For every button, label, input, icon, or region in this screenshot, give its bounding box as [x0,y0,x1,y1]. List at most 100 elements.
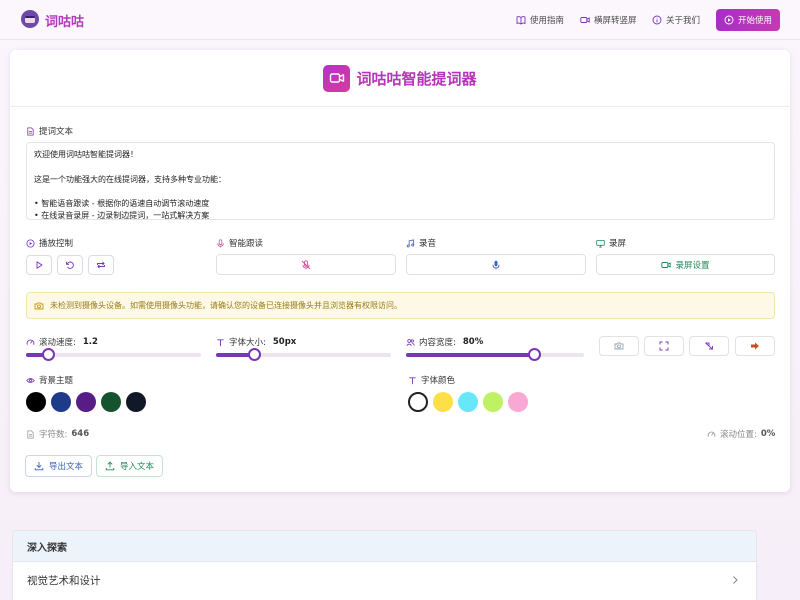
speed-label: 滚动速度: 1.2 [26,336,98,348]
speed-value: 1.2 [82,337,98,347]
export-label: 导出文本 [48,462,83,472]
camera-warning-text: 未检测到摄像头设备。如需使用摄像头功能，请确认您的设备已连接摄像头并且浏览器有权… [50,301,402,310]
smart-follow-button[interactable] [216,254,396,275]
brand-name[interactable]: 词咕咕 [45,11,84,30]
playback-label-text: 播放控制 [39,239,74,249]
char-count-value: 646 [71,429,90,439]
video-icon [661,261,672,268]
background-theme-swatch[interactable] [26,392,46,412]
font-size-label: 字体大小: 50px [216,336,296,348]
direction-button[interactable] [735,336,775,356]
background-theme-label: 背景主题 [26,374,73,386]
book-icon [516,16,526,25]
width-slider-fill [406,353,535,357]
play-circle-icon [724,15,734,25]
explore-item[interactable]: 视觉艺术和设计 [13,562,756,598]
play-icon [36,261,43,269]
nav-guide-link[interactable]: 使用指南 [516,13,564,27]
camera-icon [323,64,351,92]
scroll-position-value: 0% [760,429,776,439]
mic-icon [492,260,500,269]
chevron-right-icon [733,576,738,584]
fullscreen-icon [659,341,669,351]
nav-about-label: 关于我们 [666,16,701,26]
explore-item-label: 视觉艺术和设计 [27,574,101,587]
record-audio-button[interactable] [406,254,586,275]
card-header: 词咕咕智能提词器 [10,50,790,107]
font-size-slider[interactable] [216,348,391,361]
scroll-position-label: 滚动位置: [720,430,757,440]
font-color-label: 字体颜色 [408,374,455,386]
loop-button[interactable] [88,255,114,275]
width-label: 内容宽度: 80% [406,336,483,348]
screen-settings-label: 录屏设置 [675,260,710,271]
scroll-position: 滚动位置: 0% [707,428,775,440]
mic-icon [217,238,224,247]
top-navbar: 词咕咕 使用指南 横屏转竖屏 关于我们 开始使用 [0,0,800,40]
document-icon [27,429,34,439]
play-button[interactable] [26,255,52,275]
speed-slider-handle[interactable] [42,348,56,361]
record-screen-label-text: 录屏 [609,239,627,249]
background-theme-swatch[interactable] [126,392,146,412]
font-color-swatch[interactable] [408,392,428,412]
explore-panel: 深入探索 视觉艺术和设计 [12,530,757,600]
arrow-right-icon [751,342,759,350]
background-theme-swatch[interactable] [51,392,71,412]
camera-toggle-button[interactable] [599,336,639,356]
font-color-label-text: 字体颜色 [421,376,456,386]
screen-settings-button[interactable]: 录屏设置 [596,254,775,275]
camera-icon [614,342,624,350]
font-color-swatch[interactable] [483,392,503,412]
follow-label-text: 智能跟读 [229,239,264,249]
script-textarea[interactable]: 欢迎使用词咕咕智能提词器！ 这是一个功能强大的在线提词器，支持多种专业功能： •… [26,142,775,220]
type-icon [217,338,224,346]
start-button[interactable]: 开始使用 [716,9,780,31]
width-label-text: 内容宽度: [419,338,456,348]
app-title: 词咕咕智能提词器 [356,69,477,88]
mirror-button[interactable] [689,336,729,356]
nav-rotate-label: 横屏转竖屏 [594,16,637,26]
record-audio-label: 录音 [406,237,436,249]
font-color-swatch[interactable] [458,392,478,412]
document-icon [27,126,34,136]
nav-guide-label: 使用指南 [530,16,565,26]
info-icon [652,15,662,25]
speed-label-text: 滚动速度: [39,338,76,348]
users-icon [406,338,415,346]
import-button[interactable]: 导入文本 [96,455,163,477]
video-icon [580,17,590,23]
start-button-label: 开始使用 [737,16,772,26]
follow-label: 智能跟读 [216,237,263,249]
type-icon [409,376,416,384]
nav-rotate-link[interactable]: 横屏转竖屏 [580,13,637,27]
gauge-icon [26,339,35,345]
screen-record-icon [596,239,605,248]
repeat-icon [97,261,105,269]
playback-label: 播放控制 [26,237,73,249]
mic-off-icon [301,259,311,269]
font-color-swatch[interactable] [508,392,528,412]
script-label: 提词文本 [26,125,73,137]
font-size-slider-handle[interactable] [248,348,261,361]
background-theme-swatch[interactable] [76,392,96,412]
camera-warning: 未检测到摄像头设备。如需使用摄像头功能，请确认您的设备已连接摄像头并且浏览器有权… [26,292,775,319]
char-count-label: 字符数: [39,430,68,440]
gauge-icon [707,431,716,437]
font-color-swatch[interactable] [433,392,453,412]
logo-icon[interactable] [21,10,39,28]
width-slider-handle[interactable] [527,348,541,361]
font-size-label-text: 字体大小: [229,338,266,348]
font-size-value: 50px [272,337,297,347]
reset-button[interactable] [57,255,83,275]
background-theme-swatch[interactable] [101,392,121,412]
play-circle-icon [26,238,35,248]
background-theme-label-text: 背景主题 [39,376,74,386]
export-button[interactable]: 导出文本 [25,455,92,477]
nav-about-link[interactable]: 关于我们 [652,13,700,27]
width-value: 80% [462,337,484,347]
camera-icon [34,302,44,309]
fullscreen-button[interactable] [644,336,684,356]
width-slider[interactable] [406,348,584,361]
speed-slider[interactable] [26,348,201,361]
